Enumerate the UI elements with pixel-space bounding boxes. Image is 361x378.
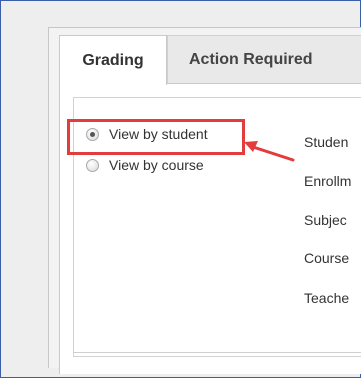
divider <box>73 352 361 353</box>
annotation-arrow-icon <box>244 141 295 162</box>
tab-action-required[interactable]: Action Required <box>167 35 361 83</box>
field-label-student: Studen <box>304 134 349 150</box>
field-label-teacher: Teache <box>304 290 350 306</box>
field-label-subject: Subjec <box>304 212 347 228</box>
tab-grading[interactable]: Grading <box>59 35 167 85</box>
view-by-course-option[interactable]: View by course <box>86 156 204 174</box>
radio-unchecked-icon[interactable] <box>86 158 99 172</box>
field-label-enrollment: Enrollm <box>304 173 352 189</box>
annotation-highlight-box <box>67 119 245 155</box>
field-label-course: Course <box>304 250 350 266</box>
view-by-course-label: View by course <box>109 157 204 173</box>
